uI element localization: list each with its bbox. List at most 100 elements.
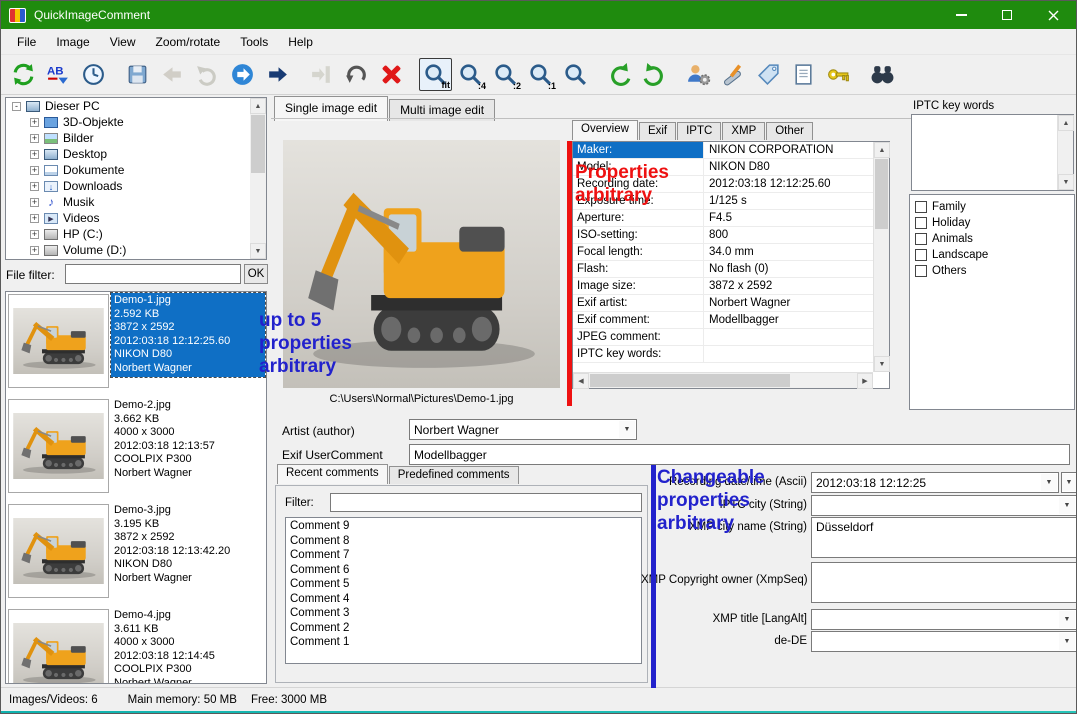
- expand-icon[interactable]: [30, 245, 39, 255]
- checkbox-family[interactable]: Family: [915, 199, 966, 215]
- artist-combobox[interactable]: Norbert Wagner: [409, 419, 637, 440]
- rotate-button[interactable]: [340, 58, 373, 91]
- scroll-thumb[interactable]: [251, 115, 265, 173]
- chevron-down-icon[interactable]: [1059, 497, 1075, 514]
- comment-item[interactable]: Comment 4: [286, 592, 641, 607]
- scroll-right-icon[interactable]: [857, 373, 873, 389]
- scroll-up-icon[interactable]: [250, 98, 266, 114]
- scroll-up-icon[interactable]: [1058, 115, 1074, 131]
- scroll-thumb[interactable]: [590, 374, 790, 387]
- comment-item[interactable]: Comment 1: [286, 635, 641, 650]
- menu-tools[interactable]: Tools: [230, 31, 278, 53]
- chevron-down-icon[interactable]: [1062, 474, 1076, 491]
- close-button[interactable]: [1030, 1, 1076, 29]
- tab-other[interactable]: Other: [766, 122, 813, 140]
- property-row[interactable]: ISO-setting: 800: [573, 227, 873, 244]
- expand-icon[interactable]: [30, 181, 39, 191]
- properties-hscrollbar[interactable]: [573, 372, 873, 389]
- delete-button[interactable]: [375, 58, 408, 91]
- find-button[interactable]: [866, 58, 899, 91]
- comment-item[interactable]: Comment 2: [286, 621, 641, 636]
- file-list-item-demo-1[interactable]: Demo-1.jpg 2.592 KB 3872 x 2592 2012:03:…: [7, 292, 266, 390]
- comment-item[interactable]: Comment 7: [286, 548, 641, 563]
- next-image-button[interactable]: [261, 58, 294, 91]
- menu-help[interactable]: Help: [278, 31, 323, 53]
- extra-dropdown-button[interactable]: [1061, 472, 1076, 493]
- zoom-1-1-button[interactable]: :1: [524, 58, 557, 91]
- de-de-combobox[interactable]: [811, 631, 1076, 652]
- key-button[interactable]: [822, 58, 855, 91]
- scroll-up-icon[interactable]: [874, 142, 890, 158]
- tab-recent-comments[interactable]: Recent comments: [277, 464, 388, 484]
- scroll-down-icon[interactable]: [1058, 174, 1074, 190]
- tab-exif[interactable]: Exif: [638, 122, 677, 140]
- comments-filter-input[interactable]: [330, 493, 642, 512]
- property-row[interactable]: Exif artist: Norbert Wagner: [573, 295, 873, 312]
- forward-button[interactable]: [226, 58, 259, 91]
- scroll-down-icon[interactable]: [250, 243, 266, 259]
- tree-item-videos[interactable]: Videos: [6, 210, 266, 226]
- undo-button[interactable]: [191, 58, 224, 91]
- menu-zoom-rotate[interactable]: Zoom/rotate: [146, 31, 231, 53]
- clock-button[interactable]: [77, 58, 110, 91]
- expand-icon[interactable]: [30, 197, 39, 207]
- property-row[interactable]: Flash: No flash (0): [573, 261, 873, 278]
- comment-item[interactable]: Comment 9: [286, 519, 641, 534]
- chevron-down-icon[interactable]: [1059, 611, 1075, 628]
- tree-item-drive-d[interactable]: Volume (D:): [6, 242, 266, 258]
- tree-item-drive-c[interactable]: HP (C:): [6, 226, 266, 242]
- zoom-1-4-button[interactable]: :4: [454, 58, 487, 91]
- property-row[interactable]: Image size: 3872 x 2592: [573, 278, 873, 295]
- menu-file[interactable]: File: [7, 31, 46, 53]
- xmp-title-combobox[interactable]: [811, 609, 1076, 630]
- tree-item-dokumente[interactable]: Dokumente: [6, 162, 266, 178]
- checkbox-landscape[interactable]: Landscape: [915, 247, 988, 263]
- expand-icon[interactable]: [30, 229, 39, 239]
- expand-icon[interactable]: [30, 133, 39, 143]
- import-button[interactable]: [305, 58, 338, 91]
- tree-scrollbar[interactable]: [250, 98, 266, 259]
- iptc-keywords-list[interactable]: [911, 114, 1074, 191]
- file-filter-input[interactable]: [65, 264, 241, 284]
- minimize-button[interactable]: [938, 1, 984, 29]
- xmp-city-name-textarea[interactable]: Düsseldorf: [811, 517, 1076, 558]
- checkbox-icon[interactable]: [915, 201, 927, 213]
- keywords-scrollbar[interactable]: [1057, 115, 1074, 190]
- expand-icon[interactable]: [30, 117, 39, 127]
- collapse-icon[interactable]: [12, 101, 21, 111]
- maximize-button[interactable]: [984, 1, 1030, 29]
- iptc-city-combobox[interactable]: [811, 495, 1076, 516]
- chevron-down-icon[interactable]: [619, 421, 635, 438]
- save-button[interactable]: [121, 58, 154, 91]
- document-button[interactable]: [787, 58, 820, 91]
- xmp-copyright-owner-textarea[interactable]: [811, 562, 1076, 603]
- properties-vscrollbar[interactable]: [873, 142, 890, 372]
- scroll-left-icon[interactable]: [573, 373, 589, 389]
- tools-button[interactable]: [717, 58, 750, 91]
- chevron-down-icon[interactable]: [1041, 474, 1057, 491]
- zoom-fit-button[interactable]: fit: [419, 58, 452, 91]
- checkbox-holiday[interactable]: Holiday: [915, 215, 970, 231]
- menu-view[interactable]: View: [100, 31, 146, 53]
- tree-item-dieser-pc[interactable]: Dieser PC: [6, 98, 266, 114]
- property-row[interactable]: Aperture: F4.5: [573, 210, 873, 227]
- checkbox-others[interactable]: Others: [915, 263, 967, 279]
- file-list-item-demo-2[interactable]: Demo-2.jpg 3.662 KB 4000 x 3000 2012:03:…: [7, 398, 265, 495]
- rotate-left-button[interactable]: [603, 58, 636, 91]
- spellcheck-button[interactable]: [42, 58, 75, 91]
- back-button[interactable]: [156, 58, 189, 91]
- refresh-button[interactable]: [7, 58, 40, 91]
- tree-item-downloads[interactable]: Downloads: [6, 178, 266, 194]
- user-settings-button[interactable]: [682, 58, 715, 91]
- comment-item[interactable]: Comment 5: [286, 577, 641, 592]
- scroll-thumb[interactable]: [875, 159, 888, 229]
- comment-item[interactable]: Comment 6: [286, 563, 641, 578]
- expand-icon[interactable]: [30, 213, 39, 223]
- zoom-1-2-button[interactable]: :2: [489, 58, 522, 91]
- property-row[interactable]: Maker: NIKON CORPORATION: [573, 142, 873, 159]
- checkbox-icon[interactable]: [915, 249, 927, 261]
- property-row[interactable]: Focal length: 34.0 mm: [573, 244, 873, 261]
- property-row[interactable]: Exif comment: Modellbagger: [573, 312, 873, 329]
- property-row[interactable]: IPTC key words:: [573, 346, 873, 363]
- tab-overview[interactable]: Overview: [572, 120, 638, 140]
